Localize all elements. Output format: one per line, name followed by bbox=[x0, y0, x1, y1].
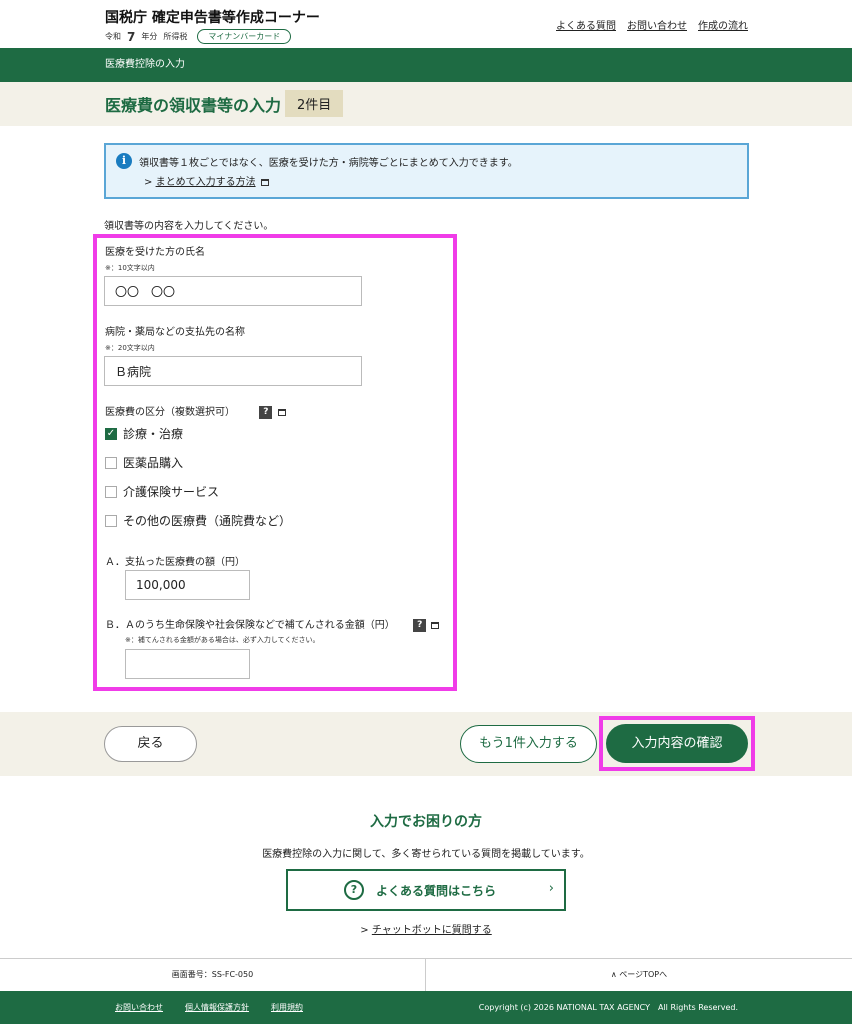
contact-link[interactable]: お問い合わせ bbox=[627, 17, 687, 32]
checkbox-label: 介護保険サービス bbox=[123, 485, 220, 499]
external-window-icon bbox=[431, 621, 440, 629]
title-bar: 医療費の領収書等の入力 2件目 bbox=[0, 82, 852, 126]
site-title[interactable]: 国税庁 確定申告書等作成コーナー bbox=[105, 7, 320, 27]
breadcrumb: 医療費控除の入力 bbox=[0, 48, 852, 82]
page-top-label: ページTOPへ bbox=[619, 970, 668, 979]
amount-reimbursed-label: Ｂ．Ａのうち生命保険や社会保険などで補てんされる金額（円） bbox=[105, 620, 395, 631]
amount-paid-input[interactable]: 100,000 bbox=[125, 570, 250, 600]
entry-count-badge: 2件目 bbox=[285, 90, 344, 117]
checkbox[interactable] bbox=[105, 456, 117, 469]
site-header: 国税庁 確定申告書等作成コーナー 令和 7 年分 所得税 マイナンバーカード よ… bbox=[0, 0, 852, 48]
external-window-icon bbox=[277, 408, 286, 416]
year-suffix: 年分 bbox=[141, 32, 158, 41]
confirm-button[interactable]: 入力内容の確認 bbox=[606, 724, 748, 763]
category-checkbox-other[interactable]: その他の医療費（通院費など） bbox=[105, 512, 291, 529]
footer-bottom: お問い合わせ 個人情報保護方針 利用規約 Copyright (c) 2026 … bbox=[0, 991, 852, 1024]
back-button[interactable]: 戻る bbox=[104, 726, 197, 762]
page-top-link[interactable]: ∧ ページTOPへ bbox=[426, 959, 852, 991]
payee-name-label: 病院・薬局などの支払先の名称 bbox=[105, 327, 245, 338]
faq-button[interactable]: ? よくある質問はこちら › bbox=[286, 869, 566, 911]
action-bar: 戻る もう1件入力する 入力内容の確認 bbox=[0, 712, 852, 776]
era-label: 令和 bbox=[105, 32, 121, 41]
payee-name-note: ※：20文字以内 bbox=[105, 344, 155, 352]
checkbox-label: 医薬品購入 bbox=[123, 456, 184, 470]
amount-reimbursed-note: ※：補てんされる金額がある場合は、必ず入力してください。 bbox=[125, 636, 320, 644]
external-window-icon bbox=[260, 178, 269, 186]
amount-paid-label: Ａ．支払った医療費の額（円） bbox=[105, 557, 245, 568]
category-label: 医療費の区分（複数選択可） bbox=[105, 407, 235, 418]
flow-link[interactable]: 作成の流れ bbox=[698, 17, 748, 32]
amount-reimbursed-label-row: Ｂ．Ａのうち生命保険や社会保険などで補てんされる金額（円） ? bbox=[105, 616, 440, 632]
chatbot-link-label: チャットボットに質問する bbox=[371, 925, 492, 936]
category-checkbox-care[interactable]: 介護保険サービス bbox=[105, 483, 219, 500]
screen-id: 画面番号：SS-FC-050 bbox=[0, 959, 426, 991]
mynumber-card-badge: マイナンバーカード bbox=[197, 29, 292, 44]
faq-button-label: よくある質問はこちら bbox=[376, 884, 497, 898]
patient-name-input[interactable]: 〇〇 〇〇 bbox=[104, 276, 362, 306]
checkmark-icon[interactable]: ✓ bbox=[105, 427, 117, 440]
year-value: 7 bbox=[127, 29, 136, 44]
tax-type: 所得税 bbox=[163, 32, 188, 41]
tax-year-info: 令和 7 年分 所得税 マイナンバーカード bbox=[105, 29, 292, 44]
footer-terms-link[interactable]: 利用規約 bbox=[271, 1002, 303, 1013]
patient-name-note: ※：10文字以内 bbox=[105, 264, 155, 272]
bulk-entry-help-link[interactable]: > まとめて入力する方法 bbox=[144, 173, 269, 188]
footer-privacy-link[interactable]: 個人情報保護方針 bbox=[185, 1002, 249, 1013]
checkbox-label: その他の医療費（通院費など） bbox=[123, 514, 292, 528]
chevron-right-icon: › bbox=[548, 881, 554, 896]
checkbox-label: 診療・治療 bbox=[123, 427, 184, 441]
copyright: Copyright (c) 2026 NATIONAL TAX AGENCY A… bbox=[478, 1003, 738, 1012]
amount-reimbursed-input[interactable] bbox=[125, 649, 250, 679]
page-title: 医療費の領収書等の入力 bbox=[105, 96, 282, 115]
chevron-right-icon: > bbox=[360, 925, 369, 936]
chevron-right-icon: > bbox=[144, 177, 153, 188]
help-title: 入力でお困りの方 bbox=[370, 814, 482, 830]
checkbox[interactable] bbox=[105, 485, 117, 498]
info-icon: i bbox=[116, 153, 132, 169]
payee-name-input[interactable]: Ｂ病院 bbox=[104, 356, 362, 386]
help-icon[interactable]: ? bbox=[413, 618, 427, 632]
faq-link[interactable]: よくある質問 bbox=[556, 17, 616, 32]
chatbot-link[interactable]: > チャットボットに質問する bbox=[0, 921, 852, 936]
category-checkbox-medicine[interactable]: 医薬品購入 bbox=[105, 454, 183, 471]
question-bubble-icon: ? bbox=[344, 880, 364, 900]
help-icon[interactable]: ? bbox=[259, 405, 273, 419]
header-links: よくある質問 お問い合わせ 作成の流れ bbox=[556, 17, 748, 32]
bulk-entry-link-label: まとめて入力する方法 bbox=[155, 177, 256, 188]
category-label-row: 医療費の区分（複数選択可） ? bbox=[105, 403, 286, 419]
info-box: i 領収書等１枚ごとではなく、医療を受けた方・病院等ごとにまとめて入力できます。… bbox=[104, 143, 749, 199]
category-checkbox-treatment[interactable]: ✓ 診療・治療 bbox=[105, 425, 183, 442]
footer-top: 画面番号：SS-FC-050 ∧ ページTOPへ bbox=[0, 958, 852, 991]
footer-contact-link[interactable]: お問い合わせ bbox=[115, 1002, 163, 1013]
form-intro: 領収書等の内容を入力してください。 bbox=[104, 221, 274, 232]
info-text: 領収書等１枚ごとではなく、医療を受けた方・病院等ごとにまとめて入力できます。 bbox=[139, 158, 518, 169]
patient-name-label: 医療を受けた方の氏名 bbox=[105, 247, 205, 258]
checkbox[interactable] bbox=[105, 514, 117, 527]
footer-links: お問い合わせ 個人情報保護方針 利用規約 bbox=[115, 1002, 303, 1013]
chevron-up-icon: ∧ bbox=[610, 970, 617, 979]
help-description: 医療費控除の入力に関して、多く寄せられている質問を掲載しています。 bbox=[262, 849, 590, 860]
add-another-button[interactable]: もう1件入力する bbox=[460, 725, 597, 763]
